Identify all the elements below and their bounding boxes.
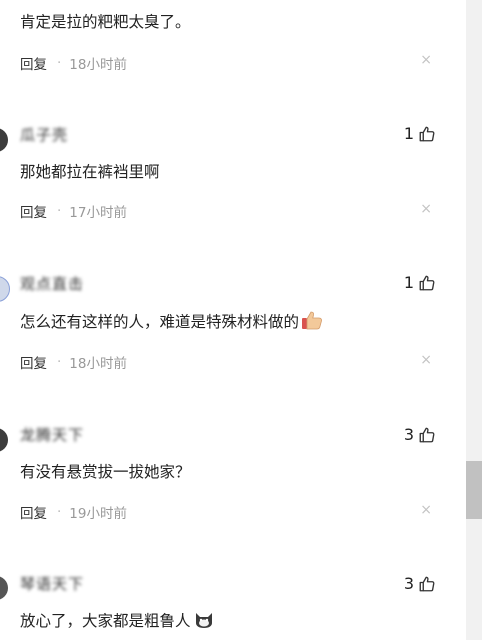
comment-text-content: 放心了，大家都是粗鲁人 [20, 612, 191, 630]
thumbs-up-icon [419, 576, 435, 591]
scrollbar-thumb[interactable] [466, 461, 482, 519]
commenter-name[interactable]: 龙腾天下 [20, 424, 84, 445]
scrollbar-track[interactable] [466, 0, 482, 640]
commenter-name[interactable]: 瓜子壳 [20, 124, 68, 145]
comment-text: 肯定是拉的粑粑太臭了。 [20, 13, 191, 31]
like-button[interactable]: 3 [404, 574, 436, 593]
close-icon[interactable]: × [420, 52, 432, 68]
comment-text: 怎么还有这样的人，难道是特殊材料做的 [20, 310, 323, 332]
separator-dot: · [57, 55, 62, 71]
comment-text: 放心了，大家都是粗鲁人 [20, 609, 215, 631]
avatar[interactable] [0, 128, 8, 152]
close-icon[interactable]: × [420, 352, 432, 368]
comment-time: 17小时前 [69, 205, 127, 221]
like-button[interactable]: 1 [404, 273, 436, 292]
comment-time: 19小时前 [69, 506, 127, 522]
reply-button[interactable]: 回复 [20, 352, 47, 372]
like-button[interactable]: 1 [404, 124, 436, 143]
separator-dot: · [57, 354, 62, 370]
separator-dot: · [57, 504, 62, 520]
avatar[interactable] [0, 576, 8, 600]
reply-button[interactable]: 回复 [20, 53, 47, 73]
like-count: 1 [403, 273, 414, 292]
like-count: 3 [403, 574, 414, 593]
comment-meta: 回复 · 18小时前 [20, 53, 127, 73]
commenter-name[interactable]: 琴语天下 [20, 573, 84, 594]
reply-button[interactable]: 回复 [20, 502, 47, 522]
comment-list: 肯定是拉的粑粑太臭了。 回复 · 18小时前 × 瓜子壳 1 那她都拉在裤裆里啊… [0, 0, 466, 640]
commenter-name[interactable]: 观点直击 [20, 273, 84, 294]
comment-time: 18小时前 [69, 356, 127, 372]
comment-text: 那她都拉在裤裆里啊 [20, 163, 160, 181]
separator-dot: · [57, 203, 62, 219]
like-count: 3 [403, 425, 414, 444]
cat-emoji [195, 613, 212, 628]
like-button[interactable]: 3 [404, 425, 436, 444]
reply-button[interactable]: 回复 [20, 201, 47, 221]
comment-meta: 回复 · 19小时前 [20, 502, 127, 522]
thumbs-up-icon [419, 275, 435, 290]
close-icon[interactable]: × [420, 502, 432, 518]
avatar[interactable] [0, 428, 8, 452]
thumbs-up-icon [419, 427, 435, 442]
close-icon[interactable]: × [420, 201, 432, 217]
comment-text-content: 怎么还有这样的人，难道是特殊材料做的 [20, 313, 300, 331]
comment-text: 有没有悬赏拔一拔她家？ [20, 463, 191, 481]
comment-meta: 回复 · 17小时前 [20, 201, 127, 221]
avatar[interactable] [0, 276, 10, 302]
thumbs-up-icon [419, 126, 435, 141]
thumbs-up-emoji [302, 311, 322, 330]
comment-time: 18小时前 [69, 57, 127, 73]
like-count: 1 [403, 124, 414, 143]
comment-meta: 回复 · 18小时前 [20, 352, 127, 372]
